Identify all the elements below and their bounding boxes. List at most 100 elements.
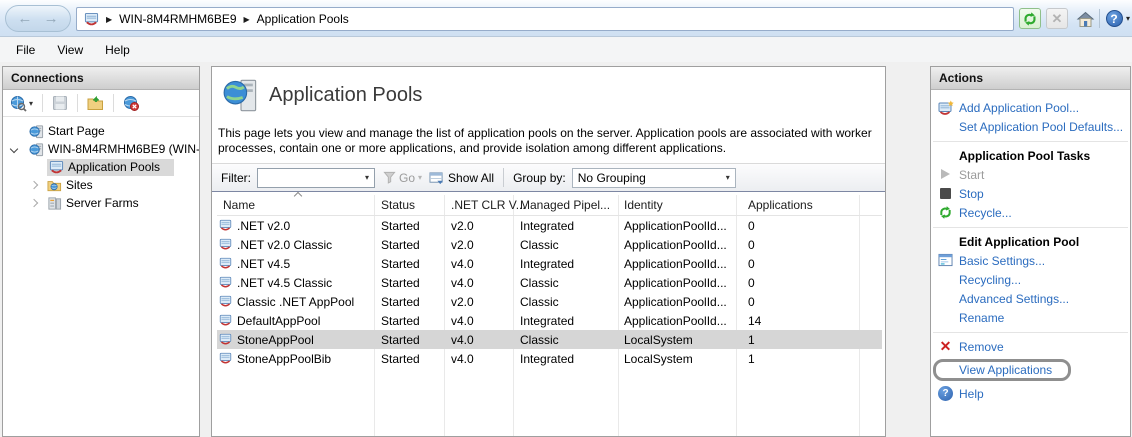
- pool-applications: 14: [748, 314, 838, 328]
- tree-item-server-farms[interactable]: Server Farms: [3, 194, 199, 212]
- recycle-icon: [937, 205, 954, 220]
- filter-input[interactable]: [263, 170, 353, 186]
- action-set-application-pool-defaults[interactable]: Set Application Pool Defaults...: [931, 117, 1130, 136]
- stop-icon: [937, 186, 954, 199]
- address-bar: ← → ▶ WIN-8M4RMHM6BE9 ▶ Application Pool…: [0, 0, 1132, 37]
- column-header-identity[interactable]: Identity: [624, 198, 663, 212]
- actions-separator: [933, 332, 1128, 333]
- tree-label: Start Page: [48, 124, 105, 138]
- connect-button[interactable]: ▾: [8, 93, 35, 114]
- home-icon: [1076, 10, 1095, 28]
- table-row[interactable]: .NET v2.0 Started v2.0 Integrated Applic…: [217, 216, 882, 235]
- chevron-down-icon[interactable]: ▾: [726, 173, 730, 182]
- pool-pipeline: Classic: [520, 238, 616, 252]
- start-icon: [937, 167, 954, 179]
- app-pool-icon: [219, 257, 232, 270]
- tree-label: Application Pools: [68, 160, 160, 174]
- chevron-collapsed-icon[interactable]: [30, 199, 38, 207]
- menu-file[interactable]: File: [5, 39, 46, 61]
- pool-identity: ApplicationPoolId...: [624, 295, 734, 309]
- remove-icon: ✕: [937, 339, 954, 353]
- tree-item-application-pools[interactable]: Application Pools: [3, 158, 199, 176]
- pool-clr-version: v4.0: [451, 333, 511, 347]
- app-pool-icon: [219, 333, 232, 346]
- pool-status: Started: [381, 295, 443, 309]
- connections-tree: Start Page WIN-8M4RMHM6BE9 (WIN-8 Applic…: [3, 117, 199, 212]
- home-button[interactable]: [1074, 8, 1096, 29]
- page-description: This page lets you view and manage the l…: [218, 126, 882, 156]
- new-folder-button[interactable]: [85, 93, 106, 113]
- application-pools-icon: [223, 78, 259, 114]
- pool-status: Started: [381, 314, 443, 328]
- show-all-button[interactable]: Show All: [429, 171, 494, 185]
- app-pool-icon: [84, 12, 99, 27]
- disconnect-button[interactable]: [121, 93, 142, 114]
- pool-identity: ApplicationPoolId...: [624, 314, 734, 328]
- group-by-select[interactable]: No Grouping ▾: [572, 168, 736, 188]
- action-advanced-settings[interactable]: Advanced Settings...: [931, 289, 1130, 308]
- pool-pipeline: Classic: [520, 295, 616, 309]
- action-recycle[interactable]: Recycle...: [931, 203, 1130, 222]
- pool-pipeline: Classic: [520, 276, 616, 290]
- breadcrumb-server[interactable]: WIN-8M4RMHM6BE9: [119, 12, 236, 26]
- connections-panel: Connections ▾ Start Page: [2, 66, 200, 437]
- toolbar-separator: [77, 94, 78, 112]
- tree-item-server[interactable]: WIN-8M4RMHM6BE9 (WIN-8: [3, 140, 199, 158]
- refresh-button[interactable]: [1019, 8, 1041, 29]
- table-row[interactable]: Classic .NET AppPool Started v2.0 Classi…: [217, 292, 882, 311]
- action-help[interactable]: ? Help: [931, 384, 1130, 403]
- pool-status: Started: [381, 333, 443, 347]
- back-icon[interactable]: ←: [17, 11, 32, 26]
- column-header-name[interactable]: Name: [223, 198, 255, 212]
- action-basic-settings[interactable]: Basic Settings...: [931, 251, 1130, 270]
- server-farms-icon: [47, 196, 62, 211]
- start-page-icon: [29, 124, 44, 139]
- connect-dropdown-icon: ▾: [29, 99, 33, 108]
- forward-icon[interactable]: →: [44, 11, 59, 26]
- table-row[interactable]: .NET v4.5 Started v4.0 Integrated Applic…: [217, 254, 882, 273]
- action-view-applications[interactable]: View Applications: [959, 363, 1052, 377]
- table-row[interactable]: StoneAppPoolBib Started v4.0 Integrated …: [217, 349, 882, 368]
- help-icon: ?: [937, 386, 954, 401]
- menu-help[interactable]: Help: [94, 39, 141, 61]
- menu-view[interactable]: View: [46, 39, 94, 61]
- tree-item-sites[interactable]: Sites: [3, 176, 199, 194]
- chevron-expanded-icon[interactable]: [10, 145, 18, 153]
- help-button[interactable]: ?: [1103, 8, 1125, 29]
- action-rename[interactable]: Rename: [931, 308, 1130, 327]
- table-row[interactable]: .NET v4.5 Classic Started v4.0 Classic A…: [217, 273, 882, 292]
- filter-combobox[interactable]: ▾: [257, 168, 375, 188]
- action-remove[interactable]: ✕ Remove: [931, 337, 1130, 356]
- app-pool-icon: [49, 160, 64, 175]
- action-add-application-pool[interactable]: Add Application Pool...: [931, 98, 1130, 117]
- tree-label: Sites: [66, 178, 93, 192]
- column-header-clr-version[interactable]: .NET CLR V...: [451, 198, 526, 212]
- column-header-applications[interactable]: Applications: [748, 198, 813, 212]
- pool-identity: LocalSystem: [624, 352, 734, 366]
- features-view-panel: Application Pools This page lets you vie…: [211, 66, 886, 437]
- tree-label: WIN-8M4RMHM6BE9 (WIN-8: [48, 142, 199, 156]
- pool-clr-version: v4.0: [451, 352, 511, 366]
- actions-separator: [933, 141, 1128, 142]
- chevron-down-icon[interactable]: ▾: [365, 173, 369, 182]
- action-recycling[interactable]: Recycling...: [931, 270, 1130, 289]
- pool-clr-version: v4.0: [451, 257, 511, 271]
- table-row[interactable]: DefaultAppPool Started v4.0 Integrated A…: [217, 311, 882, 330]
- help-dropdown-icon[interactable]: ▾: [1126, 14, 1130, 23]
- chevron-collapsed-icon[interactable]: [30, 181, 38, 189]
- actions-group-edit-application-pool: Edit Application Pool: [931, 232, 1130, 251]
- table-row[interactable]: .NET v2.0 Classic Started v2.0 Classic A…: [217, 235, 882, 254]
- pool-name: StoneAppPool: [237, 333, 372, 347]
- tree-item-start-page[interactable]: Start Page: [3, 122, 199, 140]
- actions-separator: [933, 227, 1128, 228]
- column-header-pipeline[interactable]: Managed Pipel...: [520, 198, 610, 212]
- column-header-status[interactable]: Status: [381, 198, 415, 212]
- toolbar-separator: [42, 94, 43, 112]
- pool-pipeline: Integrated: [520, 257, 616, 271]
- breadcrumb[interactable]: ▶ WIN-8M4RMHM6BE9 ▶ Application Pools: [76, 7, 1014, 31]
- breadcrumb-page[interactable]: Application Pools: [257, 12, 349, 26]
- actions-header: Actions: [931, 67, 1130, 90]
- app-pool-icon: [219, 276, 232, 289]
- action-stop[interactable]: Stop: [931, 184, 1130, 203]
- table-row-selected[interactable]: StoneAppPool Started v4.0 Classic LocalS…: [217, 330, 882, 349]
